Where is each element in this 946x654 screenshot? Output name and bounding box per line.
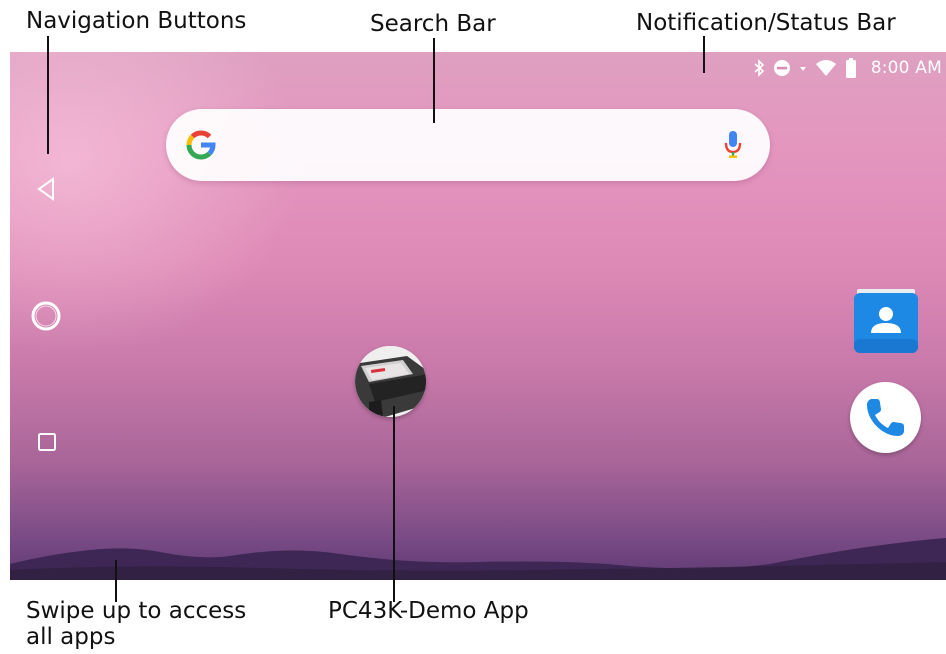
leader-demo-app: [393, 406, 395, 602]
callout-swipe-up-line2: all apps: [26, 624, 116, 650]
callout-swipe-up: Swipe up to access all apps: [26, 598, 246, 650]
recents-square-icon[interactable]: [37, 432, 57, 456]
wifi-icon: [815, 59, 837, 77]
callout-status-bar: Notification/Status Bar: [636, 10, 896, 36]
bluetooth-icon: [753, 59, 765, 77]
leader-status: [703, 36, 705, 73]
callout-swipe-up-line1: Swipe up to access: [26, 598, 247, 624]
back-triangle-icon[interactable]: [36, 177, 56, 205]
callout-search-bar: Search Bar: [370, 11, 496, 37]
status-time: 8:00 AM: [870, 58, 942, 78]
leader-navigation: [47, 36, 49, 154]
dropdown-indicator-icon: [799, 64, 807, 72]
google-g-icon: [184, 128, 218, 166]
pc43k-demo-app-icon[interactable]: [355, 346, 426, 417]
phone-icon[interactable]: [850, 382, 921, 453]
microphone-icon[interactable]: [723, 130, 743, 164]
battery-icon: [845, 58, 857, 78]
device-home-screen: 8:00 AM: [10, 52, 946, 580]
status-bar[interactable]: 8:00 AM: [753, 58, 942, 78]
callout-demo-app: PC43K-Demo App: [328, 598, 529, 624]
home-circle-icon[interactable]: [30, 300, 62, 336]
google-search-bar[interactable]: [166, 109, 770, 181]
contacts-icon[interactable]: [853, 289, 919, 359]
leader-search: [433, 38, 435, 123]
wallpaper-hills: [10, 538, 946, 580]
do-not-disturb-icon: [773, 59, 791, 77]
leader-swipe: [115, 560, 117, 602]
callout-navigation-buttons: Navigation Buttons: [26, 8, 247, 34]
